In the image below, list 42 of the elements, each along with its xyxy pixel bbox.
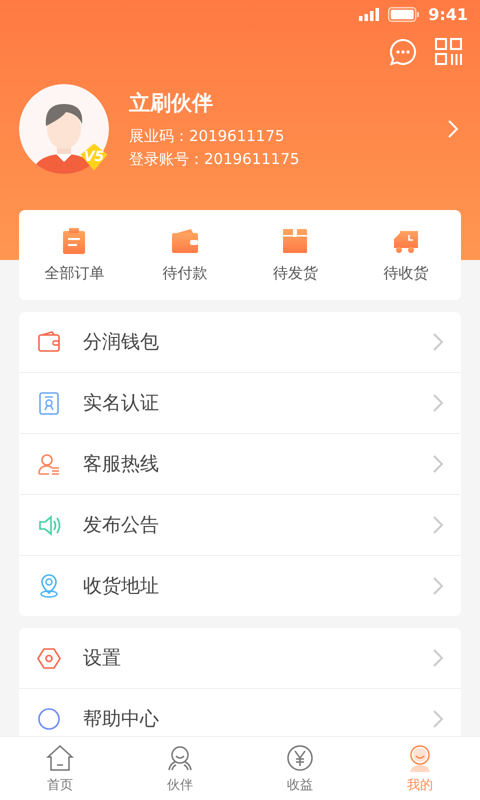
- chevron-icon: [433, 516, 443, 534]
- menu-item[interactable]: 帮助中心: [19, 689, 461, 736]
- menu-item[interactable]: 客服热线: [19, 434, 461, 495]
- wallet-icon: [37, 330, 61, 354]
- help-icon: [37, 707, 61, 731]
- battery-icon: [388, 6, 420, 22]
- tab-item[interactable]: 首页: [0, 737, 120, 800]
- menu-item[interactable]: 发布公告: [19, 495, 461, 556]
- person-icon: [37, 452, 61, 476]
- menu-item[interactable]: 收货地址: [19, 556, 461, 616]
- user-name: 立刷伙伴: [129, 90, 214, 117]
- hexagon-icon: [37, 646, 61, 670]
- level-text: V5: [84, 149, 104, 165]
- menu-item[interactable]: 实名认证: [19, 373, 461, 434]
- qr-code-icon[interactable]: [435, 38, 462, 65]
- order-status-button[interactable]: 全部订单: [19, 210, 130, 300]
- account-info: 登录账号：2019611175: [129, 150, 300, 169]
- speaker-icon: [37, 513, 61, 537]
- status-time: 9:41: [428, 4, 468, 24]
- chevron-icon: [433, 577, 443, 595]
- wallet-icon: [170, 227, 199, 255]
- order-status-button[interactable]: 待付款: [130, 210, 240, 300]
- tab-item[interactable]: 收益: [240, 737, 360, 800]
- message-icon[interactable]: [389, 38, 417, 66]
- signal-icon: [359, 8, 380, 20]
- menu-item[interactable]: 分润钱包: [19, 312, 461, 373]
- chevron-icon: [433, 710, 443, 728]
- chevron-icon: [448, 120, 458, 138]
- account-info: 展业码：2019611175: [129, 127, 286, 146]
- yen-icon: [286, 744, 314, 772]
- home-icon: [46, 744, 74, 772]
- chevron-icon: [433, 333, 443, 351]
- chevron-icon: [433, 455, 443, 473]
- tab-item[interactable]: 伙伴: [120, 737, 240, 800]
- menu-item[interactable]: 设置: [19, 628, 461, 689]
- box-icon: [281, 227, 310, 255]
- id-card-icon: [37, 391, 61, 415]
- order-status-button[interactable]: 待收货: [350, 210, 461, 300]
- order-status-button[interactable]: 待发货: [240, 210, 350, 300]
- chevron-icon: [433, 649, 443, 667]
- chevron-icon: [433, 394, 443, 412]
- people-icon: [166, 744, 194, 772]
